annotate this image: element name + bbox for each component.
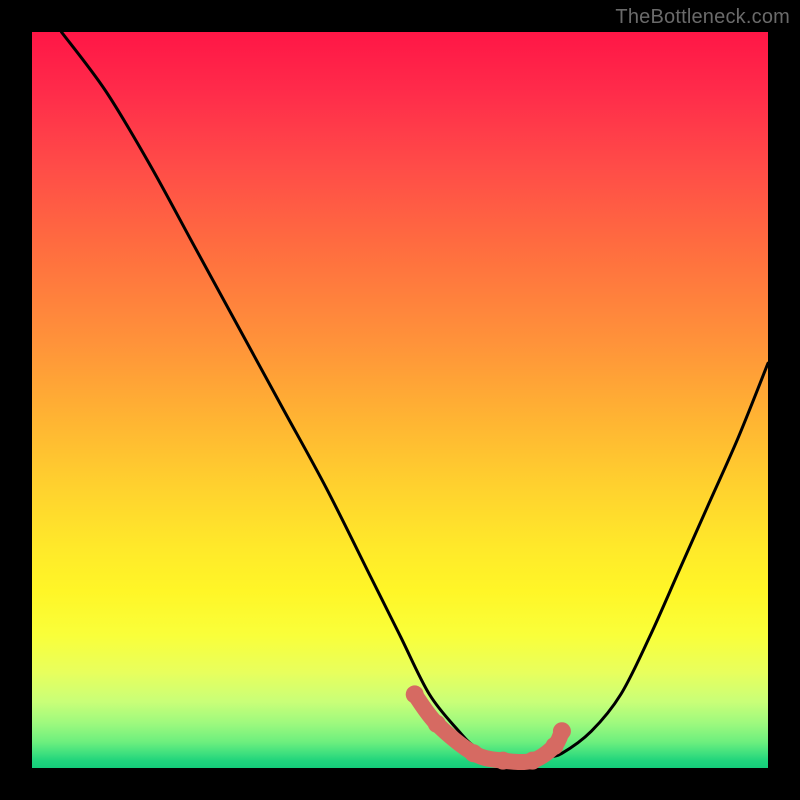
highlight-dot [494, 752, 512, 770]
highlight-dot [553, 722, 571, 740]
curve-group [61, 32, 768, 759]
highlight-dot [406, 685, 424, 703]
chart-frame: TheBottleneck.com [0, 0, 800, 800]
watermark-text: TheBottleneck.com [615, 6, 790, 29]
curve-svg [32, 32, 768, 768]
bottleneck-curve [61, 32, 768, 759]
highlight-dot [523, 752, 541, 770]
highlight-dot [465, 744, 483, 762]
highlight-dot [428, 715, 446, 733]
plot-area [32, 32, 768, 768]
